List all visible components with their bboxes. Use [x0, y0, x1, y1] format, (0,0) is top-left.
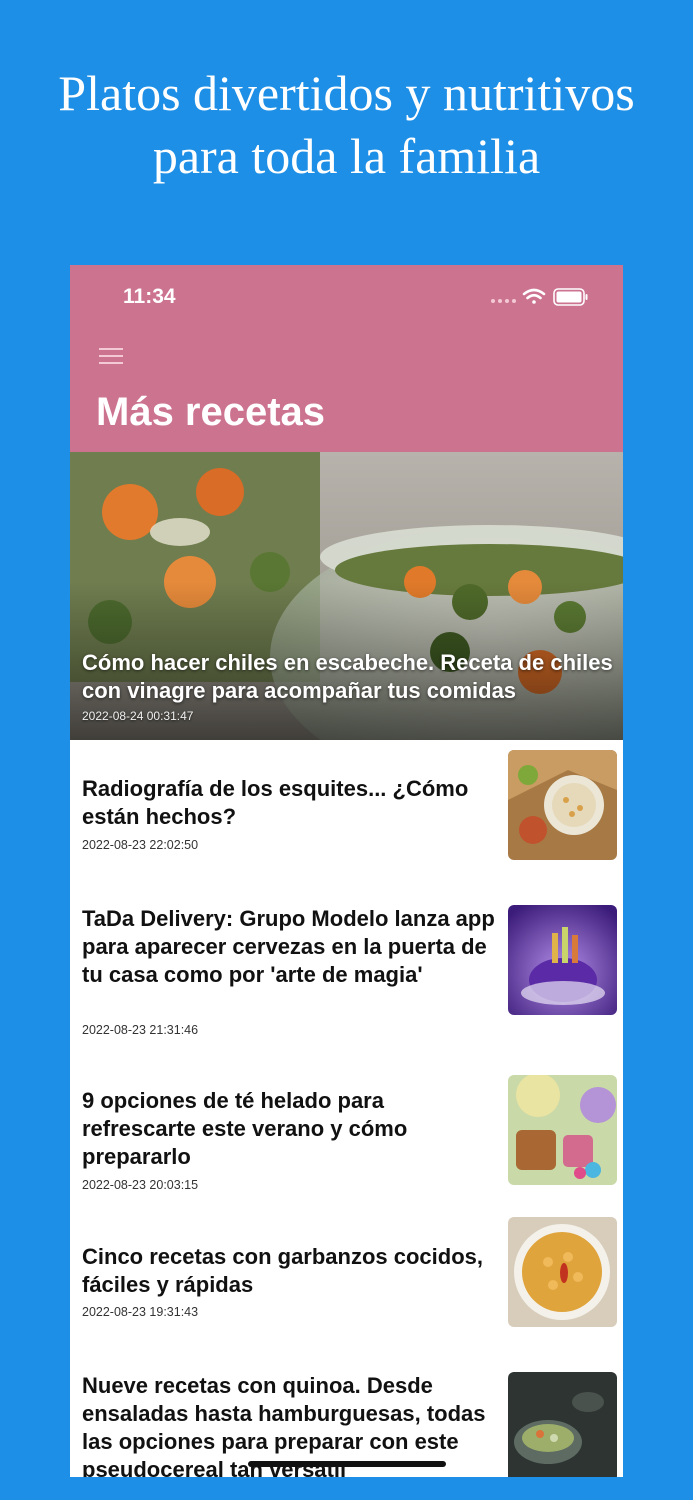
article-date: 2022-08-23 20:03:15 — [82, 1178, 199, 1192]
battery-icon — [553, 288, 588, 306]
featured-article-title: Cómo hacer chiles en escabeche. Receta d… — [82, 650, 613, 703]
promo-headline-line1: Platos divertidos y nutritivos — [58, 65, 635, 121]
article-list-item[interactable]: 9 opciones de té helado para refrescarte… — [70, 1075, 623, 1215]
promo-headline-line2: para toda la familia — [152, 128, 541, 184]
article-thumbnail — [508, 1372, 617, 1477]
article-list-item[interactable]: Radiografía de los esquites... ¿Cómo est… — [70, 750, 623, 880]
article-thumbnail — [508, 1217, 617, 1327]
article-title: Radiografía de los esquites... ¿Cómo est… — [82, 776, 469, 829]
article-list-item[interactable]: Cinco recetas con garbanzos cocidos, fác… — [70, 1217, 623, 1347]
status-time: 11:34 — [123, 285, 176, 308]
hamburger-menu-icon[interactable] — [99, 346, 125, 366]
article-thumbnail — [508, 1075, 617, 1185]
signal-icon — [491, 299, 516, 303]
article-list-item[interactable]: TaDa Delivery: Grupo Modelo lanza app pa… — [70, 905, 623, 1075]
promo-headline: Platos divertidos y nutritivos para toda… — [0, 62, 693, 188]
status-icons — [489, 287, 589, 309]
phone-screen: 11:34 Más recetas Cómo hacer chiles en e… — [70, 265, 623, 1477]
app-header: 11:34 Más recetas — [70, 265, 623, 452]
article-thumbnail — [508, 905, 617, 1015]
article-title: TaDa Delivery: Grupo Modelo lanza app pa… — [82, 906, 495, 987]
article-date: 2022-08-23 22:02:50 — [82, 838, 199, 852]
article-date: 2022-08-23 21:31:46 — [82, 1023, 199, 1037]
wifi-icon — [522, 288, 546, 304]
page-title: Más recetas — [96, 390, 326, 434]
article-title: 9 opciones de té helado para refrescarte… — [82, 1088, 408, 1169]
featured-article-date: 2022-08-24 00:31:47 — [82, 709, 194, 723]
home-indicator — [248, 1461, 446, 1467]
article-thumbnail — [508, 750, 617, 860]
featured-article[interactable]: Cómo hacer chiles en escabeche. Receta d… — [70, 452, 623, 740]
article-title: Cinco recetas con garbanzos cocidos, fác… — [82, 1244, 484, 1297]
article-date: 2022-08-23 19:31:43 — [82, 1305, 199, 1319]
